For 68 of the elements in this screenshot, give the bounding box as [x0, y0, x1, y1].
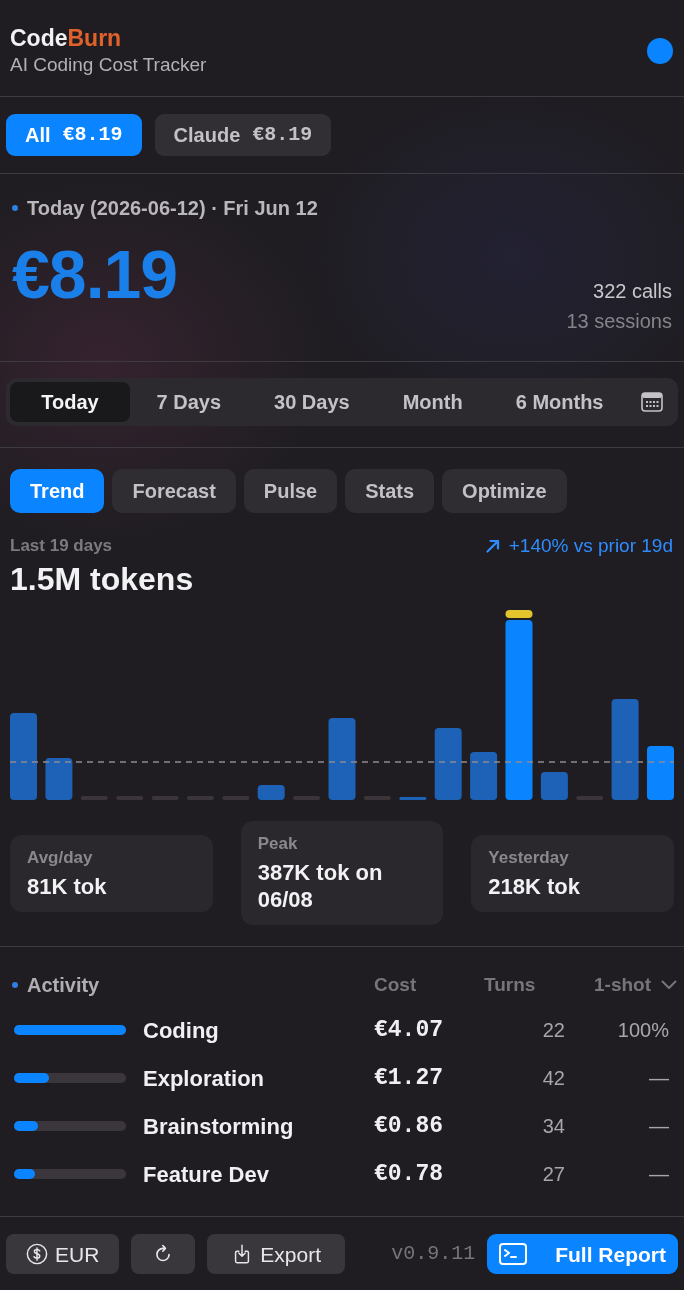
version-label: v0.9.11 [391, 1241, 476, 1267]
calls-count: 322 calls [593, 279, 672, 304]
bullet-dot-icon [12, 982, 18, 988]
activity-name: Feature Dev [143, 1160, 269, 1189]
view-tab[interactable]: Pulse [243, 469, 338, 513]
chart-bar [257, 785, 285, 800]
one-shot-value: 100% [617, 1018, 669, 1043]
turns-value: 22 [542, 1018, 565, 1043]
arrow-up-right-icon [484, 538, 501, 554]
token-total: 1.5M tokens [10, 560, 195, 599]
provider-tab[interactable]: All €8.19 [6, 114, 142, 156]
activity-name: Brainstorming [143, 1112, 294, 1141]
view-tab[interactable]: Trend [10, 469, 105, 513]
period-tab[interactable]: Today [10, 382, 130, 422]
turns-value: 42 [542, 1066, 565, 1091]
stat-value: 81K tok [27, 872, 108, 900]
view-tab[interactable]: Stats [345, 469, 435, 513]
total-cost: €8.19 [12, 236, 178, 312]
terminal-icon [499, 1243, 528, 1265]
one-shot-value: — [649, 1066, 669, 1091]
date-label: Today (2026-06-12) · Fri Jun 12 [27, 196, 318, 220]
one-shot-value: — [649, 1162, 669, 1187]
chart-bar [399, 797, 427, 800]
view-tab[interactable]: Forecast [112, 469, 236, 513]
change-label: +140% vs prior 19d [508, 535, 673, 557]
period-tab[interactable]: Month [376, 382, 490, 422]
dollar-circle-icon [26, 1243, 48, 1265]
range-label: Last 19 days [10, 535, 113, 557]
cost-value: €1.27 [374, 1063, 443, 1093]
chart-bar [470, 752, 498, 800]
column-dropdown[interactable]: 1-shot [594, 973, 677, 997]
view-tab[interactable]: Optimize [442, 469, 567, 513]
turns-value: 27 [542, 1162, 565, 1187]
chart-bar [647, 746, 674, 800]
export-button[interactable]: Export [207, 1234, 346, 1274]
currency-button[interactable]: EUR [6, 1234, 120, 1274]
stat-value: 387K tok on 06/08 [257, 859, 384, 913]
status-dot-icon [647, 38, 673, 64]
peak-marker [505, 610, 533, 618]
provider-tab[interactable]: Claude €8.19 [154, 114, 332, 156]
full-report-button[interactable]: Full Report [487, 1234, 678, 1274]
column-header: Turns [484, 973, 536, 997]
bullet-dot-icon [12, 205, 18, 211]
activity-name: Coding [143, 1016, 219, 1045]
app-title: CodeBurn [10, 24, 123, 52]
one-shot-value: — [649, 1114, 669, 1139]
chevron-down-icon [661, 980, 677, 990]
refresh-button[interactable] [131, 1234, 196, 1274]
chart-bar [434, 728, 462, 800]
chart-bar [540, 772, 568, 800]
cost-value: €4.07 [374, 1015, 443, 1045]
app-subtitle: AI Coding Cost Tracker [10, 53, 207, 77]
calendar-icon [641, 392, 663, 412]
period-tab[interactable]: 6 Months [489, 382, 630, 422]
cost-value: €0.86 [374, 1111, 443, 1141]
period-tab[interactable]: 30 Days [247, 382, 377, 422]
section-title: Activity [27, 973, 100, 997]
stat-label: Peak [257, 833, 299, 855]
period-tab[interactable]: 7 Days [130, 382, 248, 422]
stat-label: Yesterday [488, 846, 570, 869]
column-header: Cost [374, 973, 417, 997]
stat-label: Avg/day [27, 846, 94, 869]
cost-value: €0.78 [374, 1159, 443, 1189]
sessions-count: 13 sessions [566, 309, 672, 334]
chart-bar [45, 758, 73, 800]
stat-value: 218K tok [488, 872, 582, 900]
activity-name: Exploration [143, 1064, 264, 1093]
turns-value: 34 [542, 1114, 565, 1139]
